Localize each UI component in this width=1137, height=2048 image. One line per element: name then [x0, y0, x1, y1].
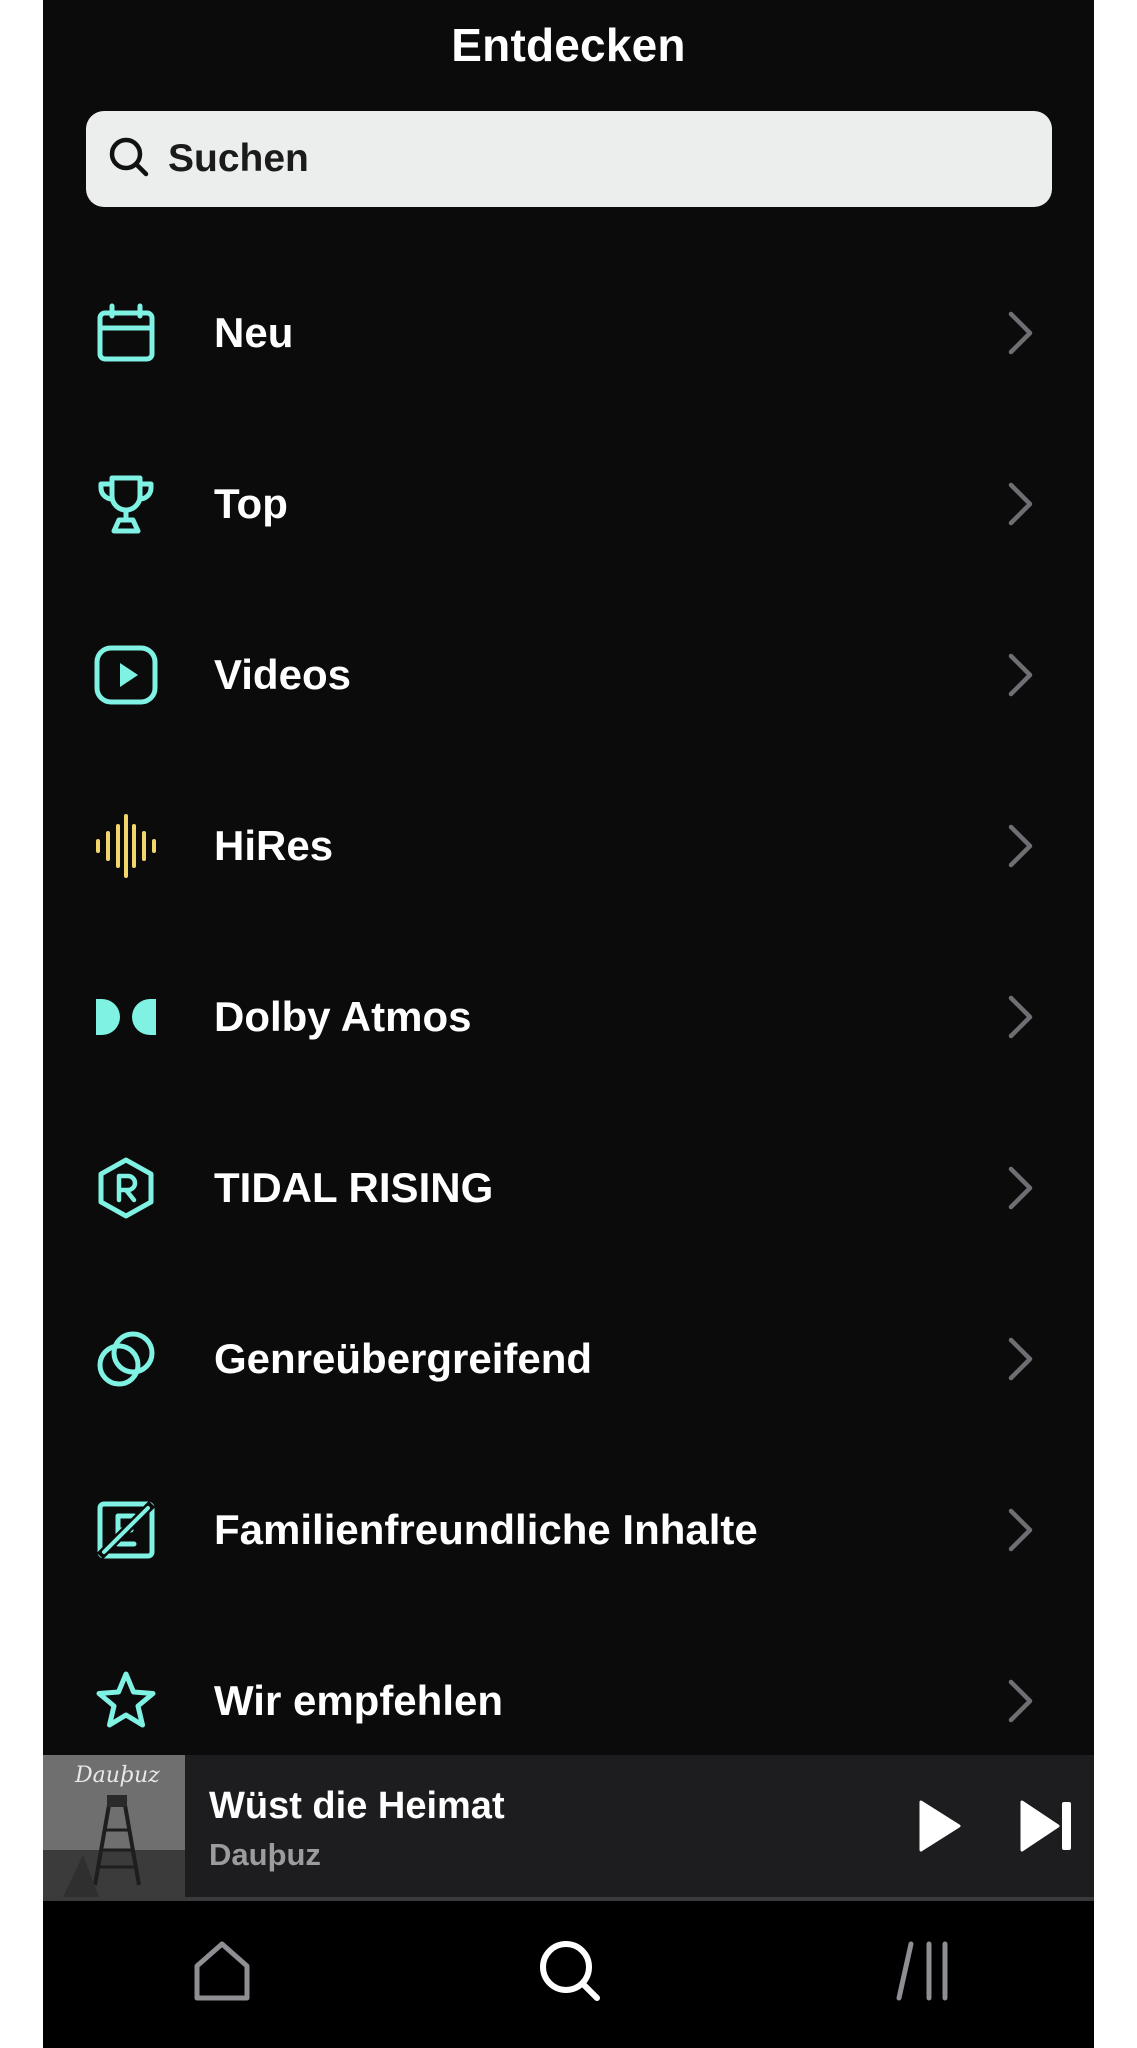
discover-menu: Neu Top Videos HiRes Dolby Atmos TIDAL R… [43, 247, 1094, 1786]
menu-item-label: TIDAL RISING [214, 1163, 494, 1211]
album-cover-text: Dauþuz [75, 1763, 160, 1788]
menu-item-hires[interactable]: HiRes [43, 760, 1094, 931]
chevron-right-icon [1008, 1166, 1033, 1209]
chevron-right-icon [1008, 311, 1033, 354]
track-title: Wüst die Heimat [209, 1785, 505, 1827]
menu-item-dolby-atmos[interactable]: Dolby Atmos [43, 931, 1094, 1102]
menu-item-neu[interactable]: Neu [43, 247, 1094, 418]
tab-bar [43, 1901, 1094, 2048]
menu-item-label: Neu [214, 308, 294, 356]
menu-item-label: Dolby Atmos [214, 992, 472, 1040]
menu-item-label: Familienfreundliche Inhalte [214, 1505, 758, 1553]
skip-next-icon[interactable] [1018, 1798, 1078, 1854]
video-play-icon [94, 643, 158, 707]
menu-item-genreuebergreifend[interactable]: Genreübergreifend [43, 1273, 1094, 1444]
chevron-right-icon [1008, 653, 1033, 696]
menu-item-label: HiRes [214, 821, 334, 869]
album-cover: Dauþuz [43, 1755, 185, 1897]
chevron-right-icon [1008, 1679, 1033, 1722]
dolby-icon [94, 985, 158, 1049]
mini-player[interactable]: Dauþuz Wüst die Heimat Dauþuz [43, 1755, 1094, 1897]
chevron-right-icon [1008, 1508, 1033, 1551]
chevron-right-icon [1008, 1337, 1033, 1380]
waveform-icon [94, 813, 158, 878]
page-title: Entdecken [451, 19, 686, 71]
menu-item-tidal-rising[interactable]: TIDAL RISING [43, 1102, 1094, 1273]
star-icon [94, 1669, 158, 1733]
search-input[interactable]: Suchen [86, 111, 1052, 207]
search-icon [106, 134, 152, 185]
menu-item-videos[interactable]: Videos [43, 589, 1094, 760]
explicit-off-icon [94, 1498, 158, 1562]
search-placeholder: Suchen [168, 137, 309, 180]
play-icon[interactable] [913, 1798, 965, 1854]
calendar-icon [94, 301, 158, 365]
menu-item-label: Videos [214, 650, 351, 698]
menu-item-label: Top [214, 479, 288, 527]
track-artist: Dauþuz [209, 1837, 321, 1872]
rising-badge-icon [94, 1156, 158, 1220]
search-icon[interactable] [535, 1936, 605, 2006]
app-screen: Entdecken Suchen Neu Top Videos HiRes Do… [43, 0, 1094, 2048]
chevron-right-icon [1008, 824, 1033, 867]
home-icon[interactable] [187, 1936, 257, 2006]
interlocking-rings-icon [94, 1327, 158, 1391]
collection-icon[interactable] [889, 1936, 959, 2006]
menu-item-top[interactable]: Top [43, 418, 1094, 589]
menu-item-label: Wir empfehlen [214, 1676, 503, 1724]
menu-item-label: Genreübergreifend [214, 1334, 593, 1382]
chevron-right-icon [1008, 482, 1033, 525]
chevron-right-icon [1008, 995, 1033, 1038]
trophy-icon [94, 472, 158, 536]
menu-item-familienfreundlich[interactable]: Familienfreundliche Inhalte [43, 1444, 1094, 1615]
